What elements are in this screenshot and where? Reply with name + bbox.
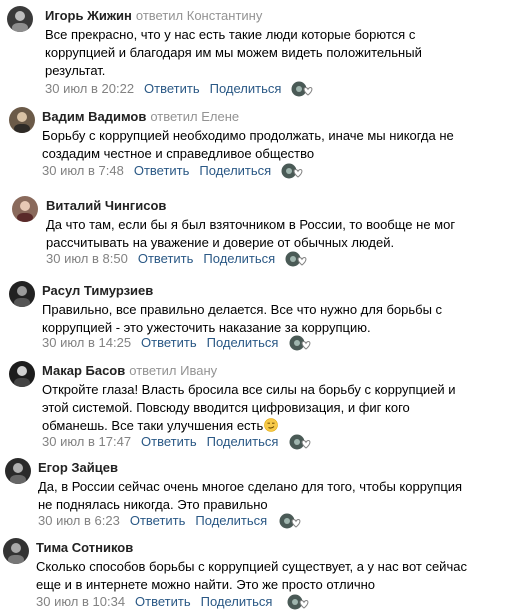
reply-button[interactable]: Ответить [134,163,190,178]
reply-to-label[interactable]: ответил Константину [136,8,262,23]
avatar[interactable] [9,361,35,387]
author-name[interactable]: Тима Сотников [36,540,133,555]
avatar[interactable] [12,196,38,222]
reply-button[interactable]: Ответить [135,594,191,609]
comment-meta: 30 июл в 17:47 Ответить Поделиться [42,434,278,450]
comment-text-line: Борьбу с коррупцией необходимо продолжат… [42,128,454,143]
author-name[interactable]: Игорь Жижин [45,8,132,23]
author-name[interactable]: Расул Тимурзиев [42,283,153,298]
reaction-avatar-heart-icon[interactable] [279,512,303,530]
reply-to-label[interactable]: ответил Елене [150,109,239,124]
comment-text-line: Сколько способов борьбы с коррупцией сущ… [36,559,467,574]
share-button[interactable]: Поделиться [201,594,273,609]
comment-date[interactable]: 30 июл в 7:48 [42,163,124,178]
reaction-avatar-heart-icon[interactable] [285,250,309,268]
comment-meta: 30 июл в 10:34 Ответить Поделиться [36,594,272,610]
comment-meta: 30 июл в 7:48 Ответить Поделиться [42,163,271,179]
avatar[interactable] [9,281,35,307]
reply-button[interactable]: Ответить [144,81,200,96]
comment-header: Тима Сотников [36,540,137,556]
comment-text-line: коррупцией и благодаря им мы можем видет… [45,45,422,60]
avatar[interactable] [3,538,29,564]
share-button[interactable]: Поделиться [207,434,279,449]
comment-text: Борьбу с коррупцией необходимо продолжат… [42,127,482,163]
comment-date[interactable]: 30 июл в 14:25 [42,335,131,350]
comment-meta: 30 июл в 8:50 Ответить Поделиться [46,251,275,267]
comment-meta: 30 июл в 6:23 Ответить Поделиться [38,513,267,529]
comment-text-line: Откройте глаза! Власть бросила все силы … [42,382,456,397]
share-button[interactable]: Поделиться [195,513,267,528]
comment-date[interactable]: 30 июл в 17:47 [42,434,131,449]
author-name[interactable]: Макар Басов [42,363,125,378]
share-button[interactable]: Поделиться [203,251,275,266]
reply-button[interactable]: Ответить [141,434,197,449]
comment-text: Все прекрасно, что у нас есть такие люди… [45,26,485,80]
comment-text: Правильно, все правильно делается. Все ч… [42,301,482,337]
comment-text-line: рассчитывать на уважение и доверие от об… [46,235,395,250]
comment-text: Сколько способов борьбы с коррупцией сущ… [36,558,476,594]
reply-button[interactable]: Ответить [130,513,186,528]
author-name[interactable]: Вадим Вадимов [42,109,146,124]
comment-date[interactable]: 30 июл в 20:22 [45,81,134,96]
comment-date[interactable]: 30 июл в 8:50 [46,251,128,266]
comment-text-line: Правильно, все правильно делается. Все ч… [42,302,443,317]
comment-text-line: Все прекрасно, что у нас есть такие люди… [45,27,416,42]
smirk-emoji-icon [264,418,279,432]
comment-text: Да что там, если бы я был взяточником в … [46,216,486,252]
reply-to-label[interactable]: ответил Ивану [129,363,217,378]
avatar[interactable] [9,107,35,133]
reaction-avatar-heart-icon[interactable] [291,80,315,98]
share-button[interactable]: Поделиться [199,163,271,178]
share-button[interactable]: Поделиться [207,335,279,350]
share-button[interactable]: Поделиться [210,81,282,96]
comment-text-line: не поднялась никогда. Это правильно [38,497,268,512]
reaction-avatar-heart-icon[interactable] [289,334,313,352]
reply-button[interactable]: Ответить [141,335,197,350]
comment-text-line: еще и в интернете можно найти. Это же пр… [36,577,376,592]
reaction-avatar-heart-icon[interactable] [287,593,311,611]
comment-text-line: этой системой. Повсюду вводится цифровиз… [42,400,410,415]
comment-header: Игорь Жижин ответил Константину [45,8,262,24]
comment-text-line: обманешь. Все таки улучшения есть [42,418,264,433]
comment-date[interactable]: 30 июл в 6:23 [38,513,120,528]
comment-header: Макар Басов ответил Ивану [42,363,217,379]
reaction-avatar-heart-icon[interactable] [281,162,305,180]
avatar[interactable] [5,458,31,484]
comment-text-line: создадим честное и справедливое общество [42,146,315,161]
comment-date[interactable]: 30 июл в 10:34 [36,594,125,609]
comment-meta: 30 июл в 20:22 Ответить Поделиться [45,81,281,97]
author-name[interactable]: Егор Зайцев [38,460,118,475]
comment-text: Откройте глаза! Власть бросила все силы … [42,381,482,435]
reaction-avatar-heart-icon[interactable] [289,433,313,451]
author-name[interactable]: Виталий Чингисов [46,198,166,213]
comment-meta: 30 июл в 14:25 Ответить Поделиться [42,335,278,351]
comment-header: Расул Тимурзиев [42,283,157,299]
comment-header: Вадим Вадимов ответил Елене [42,109,239,125]
comment-header: Егор Зайцев [38,460,122,476]
avatar[interactable] [7,6,33,32]
comment-header: Виталий Чингисов [46,198,170,214]
comment-text-line: Да что там, если бы я был взяточником в … [46,217,456,232]
comment-text-line: результат. [45,63,106,78]
comment-text-line-with-emoji: обманешь. Все таки улучшения есть [42,417,482,435]
comment-text: Да, в России сейчас очень многое сделано… [38,478,478,514]
comment-text-line: Да, в России сейчас очень многое сделано… [38,479,463,494]
reply-button[interactable]: Ответить [138,251,194,266]
